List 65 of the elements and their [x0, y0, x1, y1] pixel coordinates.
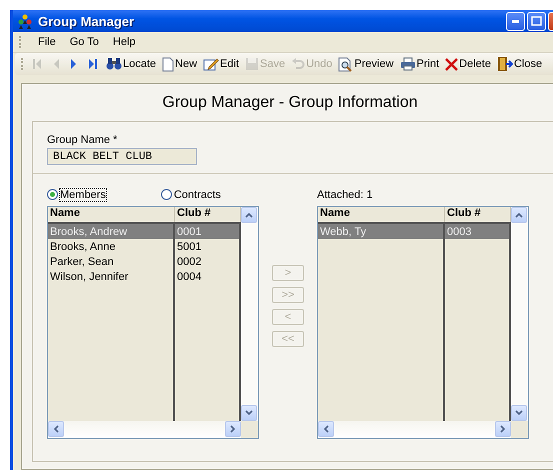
scroll-down-button[interactable]: [511, 405, 527, 421]
close-icon: [445, 58, 458, 70]
minimize-button[interactable]: [506, 12, 525, 30]
minimize-icon: [512, 20, 519, 22]
attached-count: Attached: 1: [317, 188, 374, 202]
print-button[interactable]: Print: [398, 57, 442, 71]
edit-button[interactable]: Edit: [201, 57, 242, 71]
scroll-right-button[interactable]: [495, 421, 511, 437]
name-cell: Brooks, Anne: [48, 239, 175, 254]
maximize-icon: [531, 16, 542, 26]
delete-button[interactable]: Delete: [443, 58, 493, 70]
preview-button[interactable]: Preview: [336, 56, 396, 72]
page-icon: [162, 56, 174, 72]
column-header[interactable]: Name: [318, 207, 445, 222]
undo-arrow-icon: [291, 57, 306, 71]
members-table[interactable]: Name Club # Brooks, Andrew 0001 Brooks, Anne 5001 Parker, Sean 0002 Wilson, Jennifer 0004: [47, 206, 259, 439]
radio-button[interactable]: [47, 189, 58, 200]
attached-table[interactable]: Name Club # Webb, Ty 0003: [317, 206, 529, 439]
chevron-icon: [515, 410, 523, 416]
locate-button[interactable]: Locate: [104, 57, 158, 71]
scroll-up-button[interactable]: [241, 207, 257, 223]
name-cell: Webb, Ty: [318, 224, 445, 239]
vertical-scrollbar[interactable]: [241, 207, 258, 421]
chevron-icon: [245, 410, 253, 416]
chevron-icon: [323, 425, 329, 433]
chevron-icon: [53, 425, 59, 433]
chevron-icon: [515, 212, 523, 218]
name-cell: Wilson, Jennifer: [48, 269, 175, 284]
page-heading: Group Manager - Group Information: [161, 93, 419, 113]
group-of-people-icon: [17, 14, 33, 28]
radio-label[interactable]: Members: [60, 188, 106, 200]
scroll-up-button[interactable]: [511, 207, 527, 223]
chevron-icon: [245, 212, 253, 218]
scrollbar-corner: [511, 421, 528, 438]
horizontal-scrollbar[interactable]: [318, 421, 511, 438]
chevron-icon: [500, 425, 506, 433]
new-button[interactable]: New: [160, 56, 200, 72]
close-button[interactable]: Close: [494, 56, 544, 72]
printer-icon: [400, 57, 416, 71]
door-icon: [496, 56, 513, 72]
vertical-scrollbar[interactable]: [511, 207, 528, 421]
scroll-right-button[interactable]: [225, 421, 241, 437]
name-cell: Parker, Sean: [48, 254, 175, 269]
radio-label[interactable]: Contracts: [174, 188, 221, 200]
scrollbar-corner: [241, 421, 258, 438]
last-record-icon[interactable]: [88, 58, 98, 70]
pencil-page-icon: [203, 57, 220, 71]
horizontal-scrollbar[interactable]: [48, 421, 241, 438]
maximize-button[interactable]: [527, 12, 546, 30]
binoculars-icon: [106, 57, 122, 71]
column-header[interactable]: Name: [48, 207, 175, 222]
menu-item[interactable]: Help: [112, 35, 136, 49]
name-cell: Brooks, Andrew: [48, 224, 175, 239]
scroll-left-button[interactable]: [48, 421, 64, 437]
radio-button[interactable]: [160, 189, 172, 200]
magnifier-page-icon: [338, 56, 354, 72]
window-title: Group Manager: [38, 14, 136, 28]
menu-item[interactable]: Go To: [70, 35, 99, 49]
group-name-label: Group Name *: [47, 134, 118, 146]
chevron-icon: [230, 425, 236, 433]
group-name-field[interactable]: BLACK BELT CLUB: [47, 148, 197, 165]
next-record-icon[interactable]: [70, 58, 78, 70]
menu-item[interactable]: File: [38, 35, 56, 49]
scroll-left-button[interactable]: [318, 421, 334, 437]
scroll-down-button[interactable]: [241, 405, 257, 421]
